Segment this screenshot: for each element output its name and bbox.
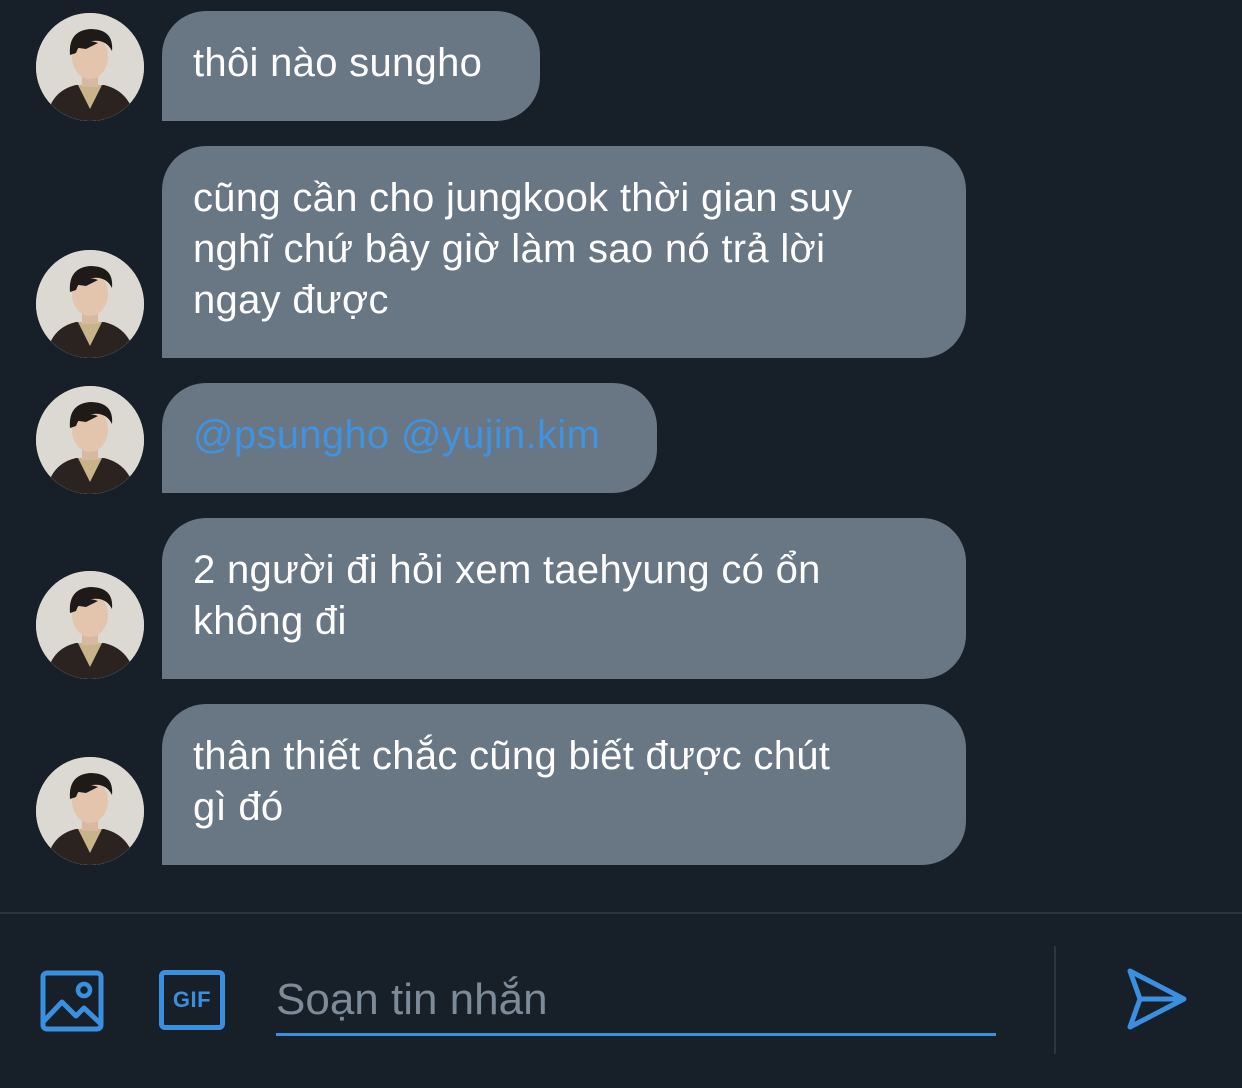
gif-button[interactable]: GIF — [159, 970, 225, 1030]
avatar[interactable] — [36, 757, 144, 865]
avatar[interactable] — [36, 386, 144, 494]
message-bubble[interactable]: @psungho @yujin.kim — [162, 383, 657, 493]
message-text: cũng cần cho jungkook thời gian suy — [193, 176, 853, 220]
message-bubble[interactable]: 2 người đi hỏi xem taehyung có ổn không … — [162, 518, 966, 679]
avatar[interactable] — [36, 13, 144, 121]
avatar-photo-icon — [36, 13, 144, 121]
message-text: gì đó — [193, 785, 284, 829]
composer-separator — [1054, 946, 1056, 1054]
message-text: thân thiết chắc cũng biết được chút — [193, 734, 831, 778]
message-text: 2 người đi hỏi xem taehyung có ổn — [193, 548, 821, 592]
message-list: thôi nào sungho cũng cần cho jungkook th… — [0, 0, 1242, 912]
avatar-photo-icon — [36, 386, 144, 494]
message-text: ngay được — [193, 278, 389, 322]
avatar[interactable] — [36, 571, 144, 679]
message-input[interactable] — [276, 966, 996, 1036]
avatar-photo-icon — [36, 571, 144, 679]
message-bubble[interactable]: thôi nào sungho — [162, 11, 540, 121]
message-bubble[interactable]: thân thiết chắc cũng biết được chút gì đ… — [162, 704, 966, 865]
image-icon[interactable] — [40, 970, 104, 1032]
message-text: không đi — [193, 599, 347, 643]
mention-link[interactable]: @psungho — [193, 413, 389, 457]
avatar[interactable] — [36, 250, 144, 358]
gif-icon: GIF — [172, 987, 212, 1012]
message-bubble[interactable]: cũng cần cho jungkook thời gian suy nghĩ… — [162, 146, 966, 358]
message-text: nghĩ chứ bây giờ làm sao nó trả lời — [193, 227, 826, 271]
avatar-photo-icon — [36, 757, 144, 865]
send-icon[interactable] — [1126, 967, 1188, 1031]
mention-link[interactable]: @yujin.kim — [401, 413, 600, 457]
message-text: thôi nào sungho — [193, 41, 483, 85]
message-composer: GIF — [0, 914, 1242, 1088]
avatar-photo-icon — [36, 250, 144, 358]
